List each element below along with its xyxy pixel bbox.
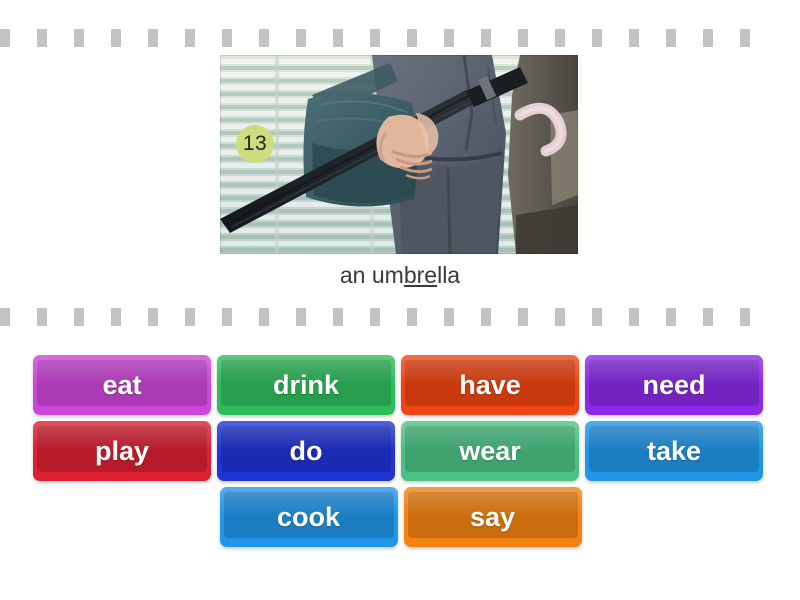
divider-middle [0,308,800,326]
tile-cook[interactable]: cook [219,487,398,547]
prompt-area: 13 an umbrella [0,55,800,300]
divider-dash [444,308,454,326]
tile-do[interactable]: do [217,421,395,481]
answer-tiles: eat drink have need play do wear take cook say [33,355,768,553]
tile-label: do [289,435,323,466]
question-number-badge: 13 [236,125,274,163]
divider-dash [555,29,565,47]
caption-part-underlined: bre [403,262,438,288]
divider-dash [185,308,195,326]
divider-dash [74,29,84,47]
tile-label: need [642,369,706,400]
divider-dash [740,308,750,326]
divider-dash [666,308,676,326]
divider-dash [148,308,158,326]
divider-dash [481,29,491,47]
divider-dash [666,29,676,47]
divider-dash [296,308,306,326]
divider-dash [74,308,84,326]
tile-row: eat drink have need [33,355,768,415]
tile-row: cook say [33,487,768,547]
umbrella-photo-illustration [220,55,578,254]
divider-dash [185,29,195,47]
divider-dash [37,308,47,326]
divider-top [0,29,800,47]
prompt-caption: an umbrella [0,262,800,289]
divider-dash [259,308,269,326]
divider-dash [111,308,121,326]
prompt-image [220,55,578,254]
tile-wear[interactable]: wear [401,421,579,481]
divider-dash [259,29,269,47]
tile-play[interactable]: play [33,421,211,481]
tile-label: eat [102,369,142,400]
divider-dash [222,29,232,47]
divider-dash [444,29,454,47]
divider-dash [518,29,528,47]
tile-drink[interactable]: drink [217,355,395,415]
divider-dash [111,29,121,47]
divider-dash [703,29,713,47]
divider-dash [296,29,306,47]
caption-part-before: an um [339,262,404,288]
divider-dash [703,308,713,326]
tile-label: play [94,435,150,466]
divider-dash [370,308,380,326]
divider-dash [629,308,639,326]
divider-dash [370,29,380,47]
tile-label: wear [459,435,521,466]
divider-dash [407,308,417,326]
tile-label: say [469,501,516,532]
divider-dash [37,29,47,47]
divider-dash [518,308,528,326]
caption-part-after: lla [437,262,461,288]
divider-dash [148,29,158,47]
tile-have[interactable]: have [401,355,579,415]
divider-dash [629,29,639,47]
divider-dash [592,308,602,326]
tile-say[interactable]: say [403,487,582,547]
tile-label: cook [276,501,341,532]
divider-dash [740,29,750,47]
divider-dash [222,308,232,326]
divider-dash [555,308,565,326]
tile-need[interactable]: need [585,355,763,415]
tile-label: take [646,435,702,466]
divider-dash [0,308,10,326]
tile-label: drink [272,369,339,400]
tile-label: have [459,369,521,400]
divider-dash [333,29,343,47]
tile-row: play do wear take [33,421,768,481]
tile-take[interactable]: take [585,421,763,481]
divider-dash [481,308,491,326]
tile-eat[interactable]: eat [33,355,211,415]
divider-dash [407,29,417,47]
divider-dash [592,29,602,47]
divider-dash [0,29,10,47]
divider-dash [333,308,343,326]
